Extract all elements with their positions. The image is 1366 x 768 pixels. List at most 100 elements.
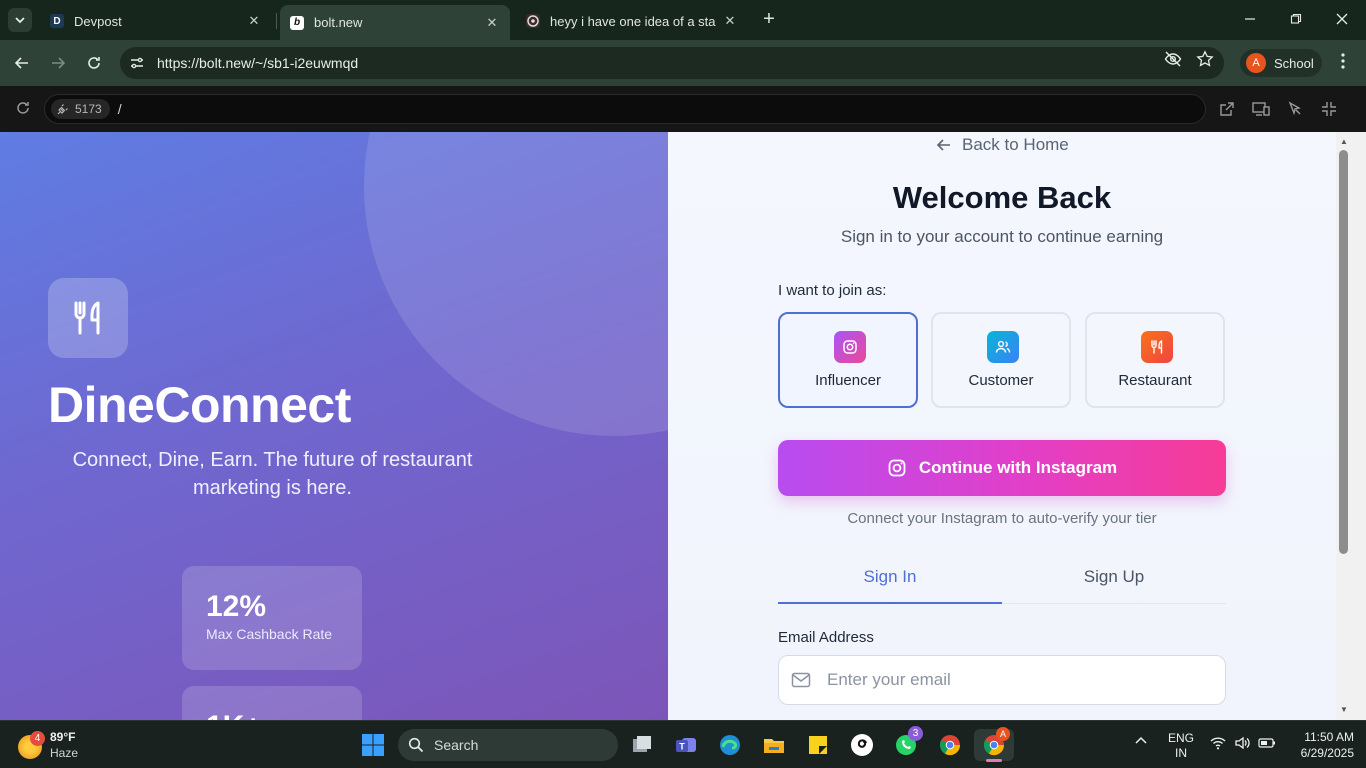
instagram-icon bbox=[888, 459, 906, 477]
instagram-icon bbox=[834, 331, 866, 363]
back-to-home-link[interactable]: Back to Home bbox=[936, 135, 1069, 155]
role-label: Influencer bbox=[815, 372, 881, 389]
hero-panel: DineConnect Connect, Dine, Earn. The fut… bbox=[0, 132, 668, 720]
window-close-icon[interactable] bbox=[1330, 8, 1354, 32]
tab-title: heyy i have one idea of a startup bbox=[550, 13, 716, 29]
restore-icon[interactable] bbox=[1284, 8, 1308, 32]
stat-value: 12% bbox=[206, 590, 267, 623]
preview-path[interactable]: / bbox=[118, 101, 122, 117]
mail-icon bbox=[791, 670, 811, 690]
scroll-down-arrow-icon[interactable]: ▼ bbox=[1339, 706, 1349, 714]
email-field-wrapper[interactable] bbox=[778, 655, 1226, 705]
volume-icon[interactable] bbox=[1234, 736, 1250, 753]
utensils-icon bbox=[1141, 331, 1173, 363]
role-option-restaurant[interactable]: Restaurant bbox=[1085, 312, 1225, 408]
utensils-icon bbox=[74, 301, 100, 335]
weather-widget[interactable]: 4 89°F Haze bbox=[14, 727, 94, 763]
role-option-customer[interactable]: Customer bbox=[931, 312, 1071, 408]
profile-button[interactable]: A School bbox=[1240, 49, 1322, 77]
port-number: 5173 bbox=[75, 102, 102, 116]
chrome-icon[interactable] bbox=[934, 729, 966, 761]
sticky-notes-icon[interactable] bbox=[802, 729, 834, 761]
inspect-cursor-icon[interactable] bbox=[1284, 98, 1306, 120]
url-text[interactable]: https://bolt.new/~/sb1-i2euwmqd bbox=[157, 55, 358, 71]
minimize-icon[interactable] bbox=[1238, 8, 1262, 32]
bookmark-star-icon[interactable] bbox=[1193, 47, 1217, 71]
stat-label: Max Cashback Rate bbox=[206, 626, 333, 642]
task-view-icon[interactable] bbox=[626, 729, 658, 761]
device-preview-icon[interactable] bbox=[1250, 98, 1272, 120]
preview-toolbar: 5173 / bbox=[0, 86, 1366, 132]
close-icon[interactable]: ✕ bbox=[246, 13, 262, 29]
instagram-button-label: Continue with Instagram bbox=[918, 458, 1118, 477]
scroll-up-arrow-icon[interactable]: ▲ bbox=[1339, 138, 1349, 146]
file-explorer-icon[interactable] bbox=[758, 729, 790, 761]
system-clock[interactable]: 11:50 AM 6/29/2025 bbox=[1286, 729, 1354, 761]
clock-time: 11:50 AM bbox=[1304, 730, 1354, 744]
battery-icon[interactable] bbox=[1258, 737, 1276, 752]
auth-panel: Back to Home Welcome Back Sign in to you… bbox=[668, 132, 1336, 720]
eye-off-icon[interactable] bbox=[1161, 47, 1185, 71]
back-arrow-icon[interactable] bbox=[10, 51, 34, 75]
scrollbar-thumb[interactable] bbox=[1339, 150, 1348, 554]
active-indicator bbox=[986, 759, 1002, 762]
arrow-left-icon bbox=[936, 139, 950, 151]
port-selector[interactable]: 5173 bbox=[51, 99, 110, 119]
join-as-label: I want to join as: bbox=[778, 282, 887, 299]
language-indicator[interactable]: ENG IN bbox=[1166, 731, 1196, 761]
stat-card: 12% Max Cashback Rate bbox=[182, 566, 362, 670]
email-field[interactable] bbox=[827, 670, 1207, 690]
windows-taskbar: 4 89°F Haze Search T 3 A ENG IN 11:50 AM… bbox=[0, 720, 1366, 768]
notification-badge: 4 bbox=[30, 731, 45, 746]
role-option-influencer[interactable]: Influencer bbox=[778, 312, 918, 408]
tab-devpost[interactable]: D Devpost ✕ bbox=[40, 6, 272, 36]
preview-url-field[interactable]: 5173 / bbox=[44, 94, 1206, 124]
tab-startup-idea[interactable]: heyy i have one idea of a startup ✕ bbox=[516, 6, 748, 36]
exit-fullscreen-icon[interactable] bbox=[1318, 98, 1340, 120]
tab-title: Devpost bbox=[74, 13, 122, 29]
address-bar[interactable]: https://bolt.new/~/sb1-i2euwmqd bbox=[120, 47, 1224, 79]
tab-title: bolt.new bbox=[314, 15, 363, 30]
users-icon bbox=[987, 331, 1019, 363]
plug-icon bbox=[57, 104, 68, 115]
chrome-profile-active-icon[interactable]: A bbox=[974, 727, 1014, 762]
back-link-label: Back to Home bbox=[962, 135, 1069, 154]
taskbar-search[interactable]: Search bbox=[398, 729, 618, 761]
tagline: Connect, Dine, Earn. The future of resta… bbox=[72, 449, 473, 499]
tab-bolt-new[interactable]: b bolt.new ✕ bbox=[280, 5, 510, 40]
search-icon bbox=[408, 737, 424, 753]
teams-icon[interactable]: T bbox=[670, 729, 702, 761]
continue-with-instagram-button[interactable]: Continue with Instagram bbox=[778, 440, 1226, 496]
close-icon[interactable]: ✕ bbox=[484, 15, 500, 31]
open-external-icon[interactable] bbox=[1216, 98, 1238, 120]
new-tab-button[interactable]: + bbox=[758, 8, 780, 32]
stat-card: 1K+ bbox=[182, 686, 362, 720]
language-region: IN bbox=[1175, 746, 1187, 760]
whatsapp-icon[interactable]: 3 bbox=[890, 726, 923, 761]
preview-reload-icon[interactable] bbox=[12, 97, 34, 119]
tab-sign-up[interactable]: Sign Up bbox=[1002, 560, 1226, 604]
reload-icon[interactable] bbox=[82, 51, 106, 75]
weather-condition: Haze bbox=[50, 746, 79, 760]
close-icon[interactable]: ✕ bbox=[722, 13, 738, 29]
email-label: Email Address bbox=[778, 629, 874, 646]
edge-icon[interactable] bbox=[714, 729, 746, 761]
auth-tabs: Sign In Sign Up bbox=[778, 560, 1226, 604]
tab-sign-in[interactable]: Sign In bbox=[778, 560, 1002, 604]
tab-search-dropdown[interactable] bbox=[8, 8, 32, 32]
profile-name: School bbox=[1274, 55, 1314, 71]
threads-icon[interactable] bbox=[846, 729, 878, 761]
forward-arrow-icon[interactable] bbox=[46, 51, 70, 75]
more-menu-icon[interactable] bbox=[1332, 51, 1354, 75]
app-preview: DineConnect Connect, Dine, Earn. The fut… bbox=[0, 132, 1366, 720]
instagram-hint: Connect your Instagram to auto-verify yo… bbox=[847, 510, 1157, 527]
logo bbox=[48, 278, 128, 358]
whatsapp-badge: 3 bbox=[908, 726, 923, 741]
browser-tab-strip: D Devpost ✕ b bolt.new ✕ heyy i have one… bbox=[0, 0, 1366, 40]
wifi-icon[interactable] bbox=[1210, 736, 1226, 753]
weather-temp: 89°F bbox=[50, 730, 76, 744]
site-settings-icon[interactable] bbox=[126, 52, 148, 74]
windows-start-icon[interactable] bbox=[357, 729, 389, 761]
role-label: Restaurant bbox=[1118, 372, 1192, 389]
tray-overflow-chevron-icon[interactable] bbox=[1134, 734, 1148, 751]
